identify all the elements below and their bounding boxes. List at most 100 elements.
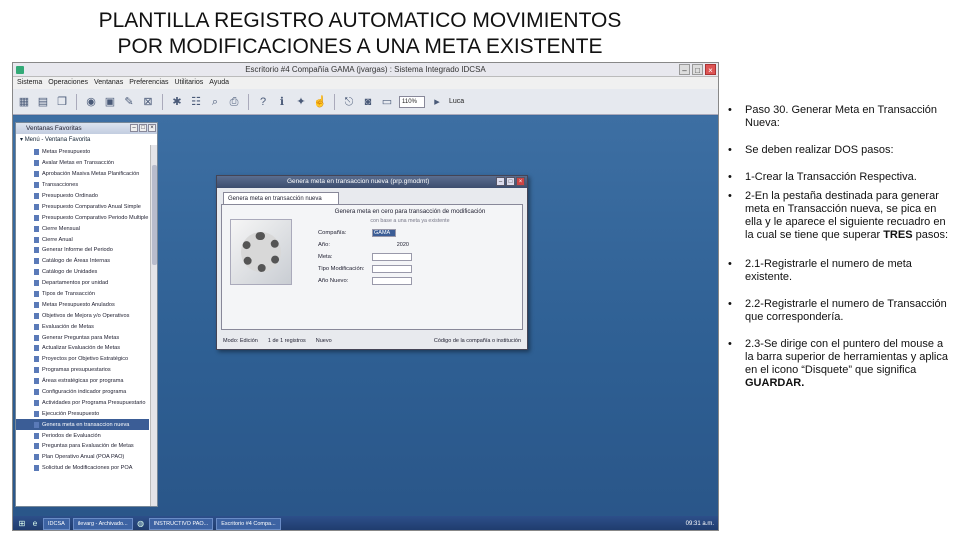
- toolbar-divider: [334, 93, 335, 110]
- scrollbar-thumb[interactable]: [152, 165, 157, 265]
- favorites-item[interactable]: Presupuesto Comparativo Anual Simple: [16, 201, 149, 212]
- taskbar-button-escritorio[interactable]: Escritorio #4 Compa...: [216, 518, 281, 530]
- window-icon: [34, 389, 39, 396]
- close-icon[interactable]: ×: [705, 64, 716, 75]
- favorites-item-label: Generar Informe del Periodo: [42, 247, 113, 254]
- tab-generate-goal[interactable]: Genera meta en transacción nueva: [223, 192, 339, 204]
- favorites-item[interactable]: Cierre Anual: [16, 234, 149, 245]
- ie-icon[interactable]: e: [30, 519, 40, 529]
- favorites-item[interactable]: Catálogo de Áreas Internas: [16, 256, 149, 267]
- tree-expand-icon[interactable]: ▾: [20, 137, 23, 143]
- favorites-item[interactable]: Proyectos por Objetivo Estratégico: [16, 354, 149, 365]
- minimize-icon[interactable]: –: [679, 64, 690, 75]
- save-icon[interactable]: ▣: [103, 95, 117, 109]
- star-icon[interactable]: ✦: [294, 95, 308, 109]
- taskbar-button-idcsa[interactable]: IDCSA: [43, 518, 70, 530]
- company-field[interactable]: GAMA: [372, 229, 396, 237]
- screen-icon[interactable]: ▭: [380, 95, 394, 109]
- window-icon: [34, 182, 39, 189]
- edit-icon[interactable]: ✎: [122, 95, 136, 109]
- favorites-scrollbar[interactable]: [150, 145, 157, 506]
- tools-icon[interactable]: ✱: [170, 95, 184, 109]
- report-icon[interactable]: ☷: [189, 95, 203, 109]
- taskbar-button-archive[interactable]: ilevarg - Archivado...: [72, 518, 133, 530]
- goal-field[interactable]: [372, 253, 412, 261]
- menu-ventanas[interactable]: Ventanas: [94, 77, 123, 89]
- window-icon: [34, 356, 39, 363]
- delete-icon[interactable]: ⊠: [141, 95, 155, 109]
- exit-icon[interactable]: ⎋: [342, 95, 356, 109]
- favorites-item[interactable]: Aprobación Masiva Metas Planificación: [16, 169, 149, 180]
- favorites-item[interactable]: Metas Presupuesto Anulados: [16, 299, 149, 310]
- favorites-item[interactable]: Departamentos por unidad: [16, 278, 149, 289]
- start-icon[interactable]: ⊞: [17, 519, 27, 529]
- favorites-item[interactable]: Preguntas para Evaluación de Metas: [16, 441, 149, 452]
- taskbar-button-instructivo[interactable]: INSTRUCTIVO PAO...: [148, 518, 214, 530]
- favorites-item[interactable]: Solicitud de Modificaciones por POA: [16, 463, 149, 474]
- favorites-item[interactable]: Actualizar Evaluación de Metas: [16, 343, 149, 354]
- list-icon[interactable]: ▤: [36, 95, 50, 109]
- dialog-minimize-icon[interactable]: –: [496, 177, 505, 186]
- window-icon: [34, 291, 39, 298]
- menu-ayuda[interactable]: Ayuda: [209, 77, 229, 89]
- grid-icon[interactable]: ▦: [17, 95, 31, 109]
- favorites-item[interactable]: Generar Informe del Periodo: [16, 245, 149, 256]
- favorites-item[interactable]: Cierre Mensual: [16, 223, 149, 234]
- chrome-icon[interactable]: ◍: [136, 519, 146, 529]
- favorites-root[interactable]: ▾ Menú - Ventana Favorita: [16, 136, 157, 145]
- info-icon[interactable]: ℹ: [275, 95, 289, 109]
- favorites-item[interactable]: Avalar Metas en Transacción: [16, 158, 149, 169]
- favorites-item[interactable]: Presupuesto Ordinado: [16, 191, 149, 202]
- modification-type-field[interactable]: [372, 265, 412, 273]
- hand-icon[interactable]: ☝: [313, 95, 327, 109]
- favorites-item[interactable]: Configuración indicador programa: [16, 387, 149, 398]
- panel-close-icon[interactable]: ×: [148, 124, 156, 132]
- favorites-item[interactable]: Plan Operativo Anual (POA PAO): [16, 452, 149, 463]
- menu-utilitarios[interactable]: Utilitarios: [175, 77, 204, 89]
- zoom-select[interactable]: 110%: [399, 95, 425, 108]
- favorites-item[interactable]: Presupuesto Comparativo Periodo Multiple: [16, 212, 149, 223]
- year-row: Año: 2020: [318, 241, 412, 249]
- favorites-item-label: Transacciones: [42, 182, 79, 189]
- window-icon: [34, 236, 39, 243]
- record-icon[interactable]: ◉: [84, 95, 98, 109]
- help-icon[interactable]: ?: [256, 95, 270, 109]
- favorites-item[interactable]: Tipos de Transacción: [16, 289, 149, 300]
- favorites-item[interactable]: Actividades por Programa Presupuestario: [16, 397, 149, 408]
- print-icon[interactable]: ⎙: [227, 95, 241, 109]
- window-icon: [34, 160, 39, 167]
- year-field[interactable]: 2020: [372, 241, 412, 249]
- favorites-item-label: Aprobación Masiva Metas Planificación: [42, 171, 140, 178]
- favorites-item[interactable]: Evaluación de Metas: [16, 321, 149, 332]
- favorites-item[interactable]: Periodos de Evaluación: [16, 430, 149, 441]
- favorites-item[interactable]: Generar Preguntas para Metas: [16, 332, 149, 343]
- panel-minimize-icon[interactable]: –: [130, 124, 138, 132]
- company-label: Compañía:: [318, 230, 347, 236]
- window-icon: [34, 171, 39, 178]
- favorites-item[interactable]: Catálogo de Unidades: [16, 267, 149, 278]
- copy-icon[interactable]: ❐: [55, 95, 69, 109]
- favorites-item[interactable]: Transacciones: [16, 180, 149, 191]
- panel-restore-icon[interactable]: □: [139, 124, 147, 132]
- window-icon: [34, 258, 39, 265]
- window-icon: [34, 312, 39, 319]
- instruction-bullet: • 2.1-Registrarle el numero de meta exist…: [728, 258, 950, 284]
- camera-icon[interactable]: ◙: [361, 95, 375, 109]
- search-icon[interactable]: ⌕: [208, 95, 222, 109]
- favorites-item[interactable]: Ejecución Presupuesto: [16, 408, 149, 419]
- new-year-field[interactable]: [372, 277, 412, 285]
- favorites-item[interactable]: Genera meta en transaccion nueva: [16, 419, 149, 431]
- window-icon: [34, 193, 39, 199]
- menu-sistema[interactable]: Sistema: [17, 77, 42, 89]
- menu-preferencias[interactable]: Preferencias: [129, 77, 168, 89]
- favorites-item-label: Objetivos de Mejora y/o Operativos: [42, 312, 130, 319]
- status-records: 1 de 1 registros: [267, 338, 306, 344]
- dialog-close-icon[interactable]: ×: [516, 177, 525, 186]
- maximize-icon[interactable]: □: [692, 64, 703, 75]
- favorites-item[interactable]: Objetivos de Mejora y/o Operativos: [16, 310, 149, 321]
- favorites-item[interactable]: Metas Presupuesto: [16, 147, 149, 158]
- dialog-maximize-icon[interactable]: □: [506, 177, 515, 186]
- menu-operaciones[interactable]: Operaciones: [48, 77, 88, 89]
- favorites-item[interactable]: Áreas estratégicas por programa: [16, 376, 149, 387]
- favorites-item[interactable]: Programas presupuestarios: [16, 365, 149, 376]
